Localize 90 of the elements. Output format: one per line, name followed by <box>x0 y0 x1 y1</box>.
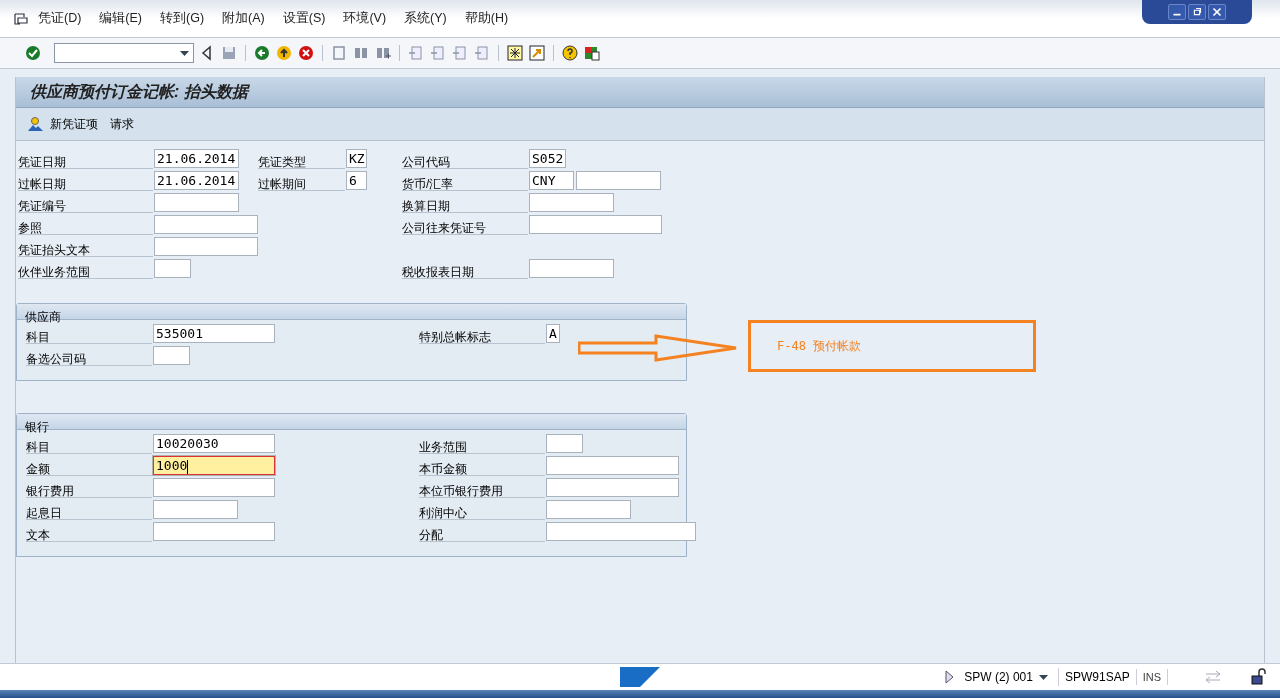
input-field[interactable] <box>546 500 631 519</box>
field-label: 特别总帐标志 <box>419 330 491 344</box>
field-label: 利润中心 <box>419 506 467 520</box>
input-field[interactable]: 535001 <box>153 324 275 343</box>
field-label: 金额 <box>26 462 50 476</box>
menu-item[interactable]: 帮助(H) <box>464 9 509 28</box>
triangle-right-icon[interactable] <box>944 670 955 684</box>
field-label: 参照 <box>18 221 42 235</box>
command-field[interactable] <box>54 43 194 63</box>
input-field[interactable] <box>529 193 614 212</box>
input-field[interactable] <box>529 215 662 234</box>
input-field[interactable] <box>153 478 275 497</box>
menu-item[interactable]: 转到(G) <box>160 9 205 28</box>
screen-title: 供应商预付订金记帐: 抬头数据 <box>30 82 248 102</box>
field-label: 换算日期 <box>402 199 450 213</box>
input-field[interactable] <box>154 259 191 278</box>
field-label: 过帐期间 <box>258 177 306 191</box>
field-label: 凭证类型 <box>258 155 306 169</box>
field-label: 银行费用 <box>26 484 74 498</box>
restore-icon[interactable] <box>1188 4 1206 20</box>
field-label: 货币/汇率 <box>402 177 454 191</box>
close-icon[interactable] <box>1208 4 1226 20</box>
field-label: 过帐日期 <box>18 177 66 191</box>
up-icon[interactable] <box>275 44 293 62</box>
input-field[interactable]: A <box>546 324 560 343</box>
lock-icon[interactable] <box>1250 668 1268 686</box>
toolbar-button[interactable]: 请求 <box>110 115 134 133</box>
field-label: 伙伴业务范围 <box>18 265 90 279</box>
input-field[interactable] <box>154 237 258 256</box>
input-field[interactable] <box>546 434 583 453</box>
field-label: 凭证抬头文本 <box>18 243 90 257</box>
enter-icon[interactable] <box>24 44 42 62</box>
field-label: 文本 <box>26 528 50 542</box>
menu-item[interactable]: 环境(V) <box>343 9 387 28</box>
input-field[interactable] <box>576 171 661 190</box>
input-field[interactable] <box>154 193 239 212</box>
input-field[interactable]: 10020030 <box>153 434 275 453</box>
field-label: 凭证编号 <box>18 199 66 213</box>
caret-icon[interactable] <box>1038 674 1048 680</box>
input-field[interactable] <box>153 522 275 541</box>
field-label: 备选公司码 <box>26 352 86 366</box>
print-icon[interactable] <box>330 44 348 62</box>
input-field[interactable]: 6 <box>346 171 367 190</box>
minimize-icon[interactable] <box>1168 4 1186 20</box>
input-field[interactable] <box>154 215 258 234</box>
annotation-text: F-48 预付帐款 <box>777 338 862 355</box>
field-label: 凭证日期 <box>18 155 66 169</box>
input-field[interactable] <box>546 522 696 541</box>
field-label: 科目 <box>26 330 50 344</box>
field-label: 科目 <box>26 440 50 454</box>
menu-item[interactable]: 附加(A) <box>222 9 265 28</box>
group-title: 供应商 <box>25 310 61 324</box>
field-label: 本币金额 <box>419 462 467 476</box>
system-info: SPW (2) 001 <box>964 669 1033 686</box>
input-field[interactable]: 21.06.2014 <box>154 171 239 190</box>
toolbar-button[interactable]: 新凭证项 <box>26 115 98 133</box>
field-label: 税收报表日期 <box>402 265 474 279</box>
input-field[interactable] <box>546 456 679 475</box>
layout-icon[interactable] <box>583 44 601 62</box>
input-field[interactable]: 21.06.2014 <box>154 149 239 168</box>
caret-icon <box>180 50 189 56</box>
field-label: 公司代码 <box>402 155 450 169</box>
input-field[interactable] <box>153 500 238 519</box>
menu-item[interactable]: 凭证(D) <box>38 9 82 28</box>
help-icon[interactable] <box>561 44 579 62</box>
input-field[interactable]: CNY <box>529 171 574 190</box>
field-label: 业务范围 <box>419 440 467 454</box>
new-session-icon[interactable] <box>506 44 524 62</box>
group-title: 银行 <box>25 420 49 434</box>
field-label: 公司往来凭证号 <box>402 221 486 235</box>
menu-item[interactable]: 编辑(E) <box>99 9 143 28</box>
person-icon <box>26 116 44 132</box>
field-label: 起息日 <box>26 506 62 520</box>
input-field[interactable] <box>529 259 614 278</box>
menu-item[interactable]: 系统(Y) <box>404 9 447 28</box>
input-field[interactable]: KZ <box>346 149 367 168</box>
input-field[interactable]: S052 <box>529 149 566 168</box>
cancel-icon[interactable] <box>297 44 315 62</box>
sap-logo <box>620 667 660 687</box>
input-field[interactable] <box>153 346 190 365</box>
field-label: 本位币银行费用 <box>419 484 503 498</box>
menu-icon[interactable] <box>14 12 28 25</box>
server-name: SPW91SAP <box>1057 668 1136 686</box>
input-field[interactable]: 1000 <box>153 456 275 475</box>
input-field[interactable] <box>546 478 679 497</box>
back-icon[interactable] <box>253 44 271 62</box>
insert-mode: INS <box>1135 668 1168 686</box>
menu-item[interactable]: 设置(S) <box>282 9 326 28</box>
connection-icon <box>1204 670 1222 684</box>
field-label: 分配 <box>419 528 443 542</box>
